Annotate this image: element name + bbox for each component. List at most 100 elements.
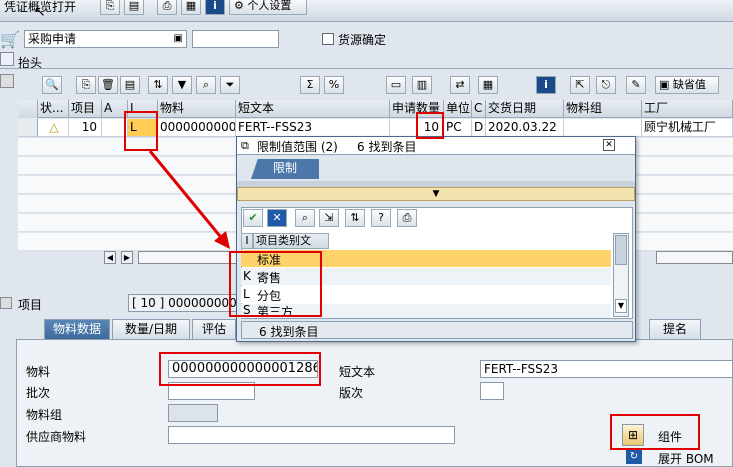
- dialog-count: 6 找到条目: [357, 140, 417, 154]
- scrollbar-thumb[interactable]: [615, 235, 627, 265]
- scroll-left-button[interactable]: ◀: [104, 251, 116, 264]
- cell-short-text[interactable]: FERT--FSS23: [236, 119, 390, 137]
- dialog-icon: ⧉: [241, 139, 249, 152]
- mat-group-field[interactable]: [168, 404, 218, 422]
- item-detail-label: 项目: [18, 298, 43, 312]
- personal-settings-button[interactable]: ⚙ 个人设置: [229, 0, 307, 15]
- col-header-code[interactable]: I: [241, 233, 253, 249]
- personal-settings-label: 个人设置: [247, 0, 292, 12]
- dialog-title: 限制值范围 (2): [257, 140, 338, 154]
- find-next-icon[interactable]: ⇲: [319, 209, 339, 227]
- select-all-icon[interactable]: ⇱: [570, 76, 590, 94]
- cell-plant[interactable]: 顾宁机械工厂: [642, 119, 733, 137]
- tab-nomination[interactable]: 提名: [649, 319, 701, 339]
- filter-icon[interactable]: ▼: [172, 76, 192, 94]
- insert-icon[interactable]: ▤: [120, 76, 140, 94]
- revision-field[interactable]: [480, 382, 504, 400]
- batch-label: 批次: [26, 386, 51, 400]
- close-icon[interactable]: ✕: [603, 139, 615, 151]
- col-header-c[interactable]: C: [472, 100, 486, 118]
- tree-icon[interactable]: ▦: [181, 0, 201, 15]
- cell-unit[interactable]: PC: [444, 119, 472, 137]
- source-assign-label: 货源确定: [338, 33, 387, 47]
- material-label: 物料: [26, 365, 51, 379]
- explode-bom-icon[interactable]: ↻: [626, 450, 642, 464]
- layout-icon[interactable]: ▥: [412, 76, 432, 94]
- col-header-mat-group[interactable]: 物料组: [564, 100, 642, 118]
- print-icon[interactable]: ⎙: [157, 0, 177, 15]
- col-header-unit[interactable]: 单位: [444, 100, 472, 118]
- copy-icon[interactable]: ⎘: [100, 0, 120, 15]
- doc-type-select[interactable]: 采购申请 ▣: [24, 30, 187, 48]
- cell-date[interactable]: 2020.03.22: [486, 119, 564, 137]
- checkmark-icon[interactable]: ✔: [243, 209, 263, 227]
- dialog-status-text: 6 找到条目: [259, 325, 319, 339]
- paste-icon[interactable]: ▤: [124, 0, 144, 15]
- help-icon[interactable]: ?: [371, 209, 391, 227]
- status-warning-icon: △: [38, 119, 69, 137]
- cell-mat-group[interactable]: [564, 119, 642, 137]
- dropdown-icon: ▣: [173, 33, 183, 44]
- row-selector[interactable]: [18, 119, 38, 137]
- col-header-date[interactable]: 交货日期: [486, 100, 564, 118]
- cell-item[interactable]: 10: [69, 119, 102, 137]
- subtotal-icon[interactable]: %: [324, 76, 344, 94]
- col-header-plant[interactable]: 工厂: [642, 100, 733, 118]
- binoculars-icon[interactable]: ⌕: [295, 209, 315, 227]
- set-filter-icon[interactable]: ⏷: [220, 76, 240, 94]
- annotation-arrow: [148, 150, 230, 249]
- mat-group-label: 物料组: [26, 408, 63, 422]
- sort-icon[interactable]: ⇅: [148, 76, 168, 94]
- deselect-icon[interactable]: ⎋: [596, 76, 616, 94]
- explode-bom-label[interactable]: 展开 BOM: [658, 450, 714, 467]
- help-icon[interactable]: i: [536, 76, 556, 94]
- col-header-status[interactable]: 状...: [38, 100, 69, 118]
- settings-icon: ⚙: [234, 0, 244, 12]
- col-header-short-text[interactable]: 短文本: [236, 100, 390, 118]
- scroll-down-button[interactable]: ▼: [615, 299, 627, 313]
- highlight-options: [229, 251, 322, 317]
- default-values-label: 缺省值: [672, 78, 706, 91]
- transfer-icon[interactable]: ⇄: [450, 76, 470, 94]
- default-values-button[interactable]: ▣ 缺省值: [655, 76, 719, 94]
- details-icon[interactable]: 🔍: [42, 76, 62, 94]
- tab-quantity-date[interactable]: 数量/日期: [112, 319, 190, 339]
- sort-icon[interactable]: ⇅: [345, 209, 365, 227]
- highlight-qty: [416, 112, 444, 139]
- tab-valuation[interactable]: 评估: [192, 319, 236, 339]
- col-header-item[interactable]: 项目: [69, 100, 102, 118]
- print-icon[interactable]: ⎙: [397, 209, 417, 227]
- tab-material-data[interactable]: 物料数据: [44, 319, 110, 339]
- info-icon[interactable]: i: [205, 0, 225, 15]
- sum-icon[interactable]: Σ: [300, 76, 320, 94]
- doc-number-field[interactable]: [192, 30, 279, 48]
- horizontal-scrollbar-right[interactable]: [656, 251, 733, 264]
- expand-restrictions-icon[interactable]: ▼: [237, 187, 635, 201]
- note-icon[interactable]: ✎: [626, 76, 646, 94]
- copy-row-icon[interactable]: ⎘: [76, 76, 96, 94]
- highlight-material: [159, 352, 321, 386]
- col-header-description[interactable]: 项目类别文: [253, 233, 329, 249]
- item-detail-collapse-icon[interactable]: [0, 297, 12, 309]
- table-view-icon[interactable]: ▦: [478, 76, 498, 94]
- items-collapse-icon[interactable]: [0, 74, 14, 88]
- item-detail-select[interactable]: [ 10 ] 000000000000: [128, 294, 238, 312]
- divider: [0, 68, 733, 69]
- grid-select-all[interactable]: [18, 100, 38, 118]
- default-values-icon: ▣: [659, 78, 670, 91]
- cell-c[interactable]: D: [472, 119, 486, 137]
- cancel-icon[interactable]: ✕: [267, 209, 287, 227]
- revision-label: 版次: [339, 386, 364, 400]
- col-header-material[interactable]: 物料: [158, 100, 236, 118]
- cart-icon: 🛒: [0, 30, 20, 49]
- source-assign-checkbox[interactable]: [322, 33, 334, 45]
- short-text-field[interactable]: FERT--FSS23: [480, 360, 733, 378]
- cell-material[interactable]: 000000000000: [158, 119, 236, 137]
- find-icon[interactable]: ⌕: [196, 76, 216, 94]
- vendor-material-field[interactable]: [168, 426, 455, 444]
- scroll-right-button[interactable]: ▶: [121, 251, 133, 264]
- header-expand-icon[interactable]: [0, 52, 14, 66]
- export-icon[interactable]: ▭: [386, 76, 406, 94]
- tab-restrictions[interactable]: 限制: [251, 159, 319, 179]
- delete-icon[interactable]: 🗑: [98, 76, 118, 94]
